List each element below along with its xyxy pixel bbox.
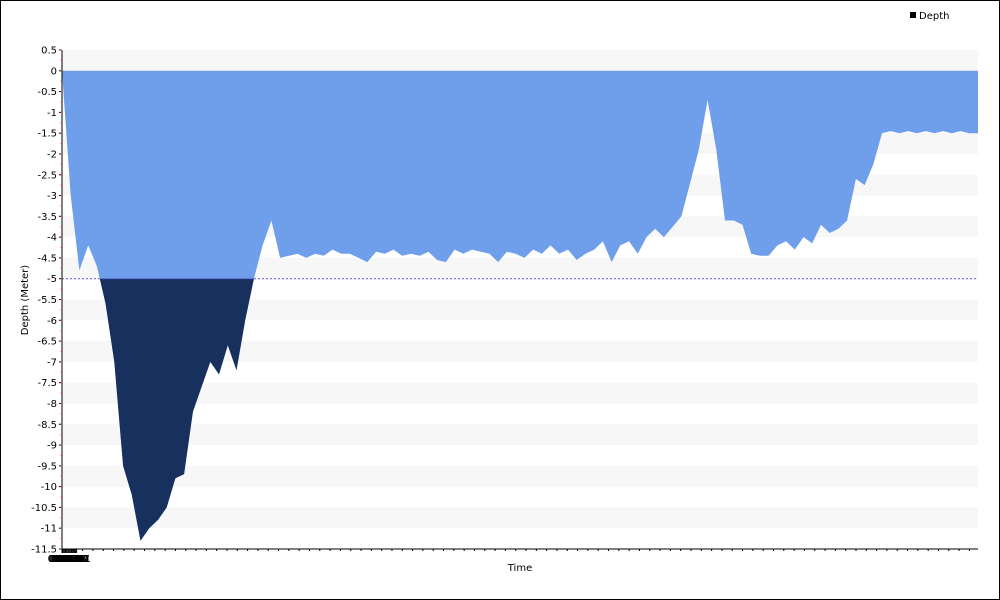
y-tick-label: -6: [47, 316, 57, 327]
y-tick-label: -10: [41, 482, 57, 493]
y-tick-label: -4.5: [37, 253, 57, 264]
grid-band: [62, 465, 978, 487]
y-tick-label: -3.5: [37, 212, 57, 223]
y-tick-label: -6.5: [37, 337, 57, 348]
y-tick-label: -9.5: [37, 461, 57, 472]
y-tick-label: -4: [47, 233, 57, 244]
y-tick-label: -2.5: [37, 170, 57, 181]
y-tick-label: -2: [47, 149, 57, 160]
y-tick-label: -11: [41, 524, 57, 535]
y-tick-label: -10.5: [31, 503, 57, 514]
depth-area-chart: 0.5 0 -0.5 -1 -1.5 -2 -2.5 -3 -3.5 -4 -4.5 -5 -5.5 -6…: [20, 11, 978, 574]
legend-label-depth: Depth: [919, 11, 949, 22]
y-tick-label: -3: [47, 191, 57, 202]
legend-marker: [910, 12, 916, 18]
x-axis-title: Time: [507, 563, 532, 574]
grid-band: [62, 507, 978, 529]
y-tick-label: -9: [47, 441, 57, 452]
y-tick-label: -5: [47, 274, 57, 285]
grid-band: [62, 424, 978, 446]
y-tick-label: 0: [51, 66, 57, 77]
y-tick-label: -1.5: [37, 129, 57, 140]
y-tick-label: -8: [47, 399, 57, 410]
y-tick-label: -1: [47, 108, 57, 119]
depth-area-below-threshold: [99, 278, 254, 541]
x-tick-label: 00:51: [62, 554, 91, 565]
y-tick-label: -8.5: [37, 420, 57, 431]
y-tick-label: -0.5: [37, 87, 57, 98]
grid-band: [62, 50, 978, 71]
y-axis-title: Depth (Meter): [20, 265, 31, 336]
y-axis: 0.5 0 -0.5 -1 -1.5 -2 -2.5 -3 -3.5 -4 -4.5 -5 -5.5 -6…: [31, 46, 63, 556]
y-tick-label: -7: [47, 357, 57, 368]
legend: Depth: [910, 11, 949, 22]
y-tick-label: -7.5: [37, 378, 57, 389]
y-tick-label: -5.5: [37, 295, 57, 306]
y-tick-label: 0.5: [41, 46, 57, 57]
